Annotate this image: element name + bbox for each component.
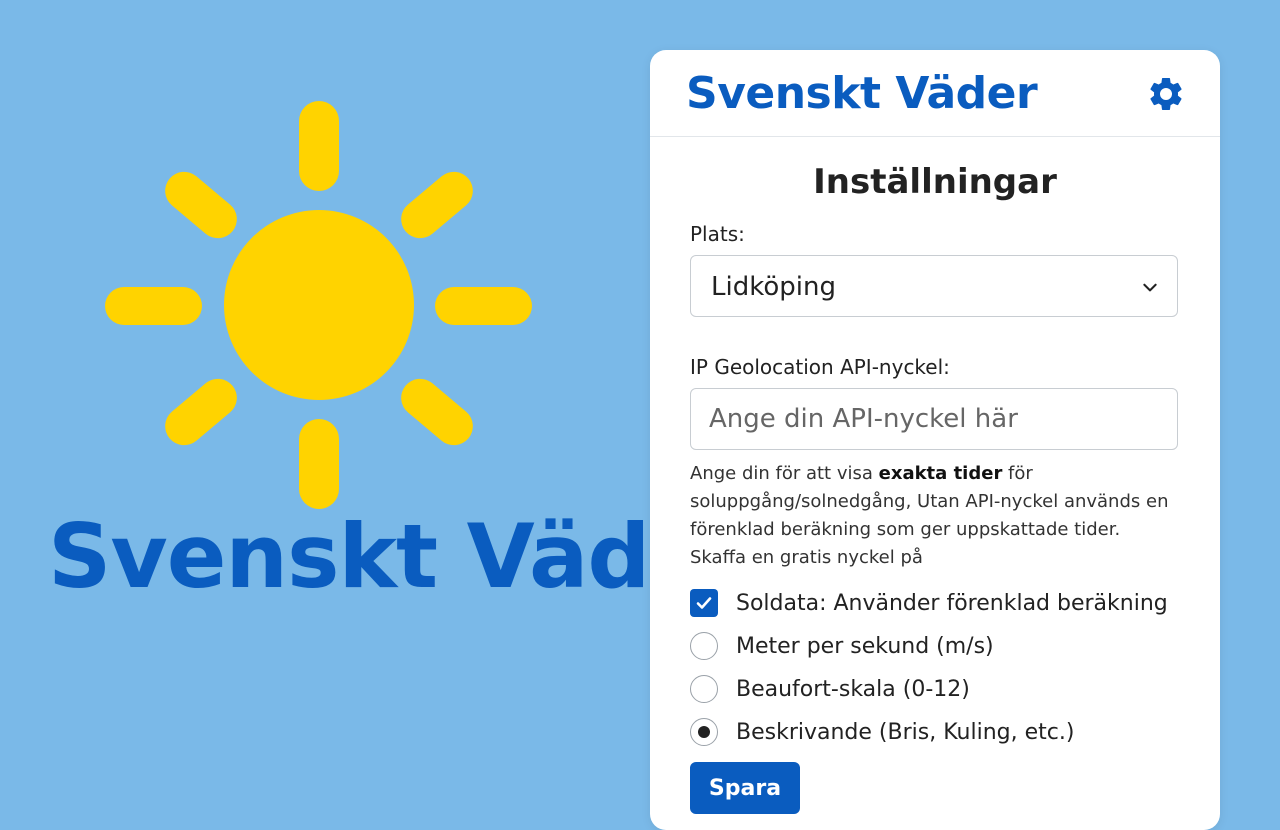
wind-option-label: Beaufort-skala (0-12) (736, 676, 970, 702)
sun-data-checkbox[interactable] (690, 589, 718, 617)
wind-option-ms[interactable]: Meter per sekund (m/s) (690, 631, 994, 661)
wind-option-label: Beskrivande (Bris, Kuling, etc.) (736, 719, 1075, 745)
radio-selected-dot (698, 726, 710, 738)
wind-radio-ms[interactable] (690, 632, 718, 660)
api-key-input[interactable] (690, 388, 1178, 450)
api-key-help-text: Ange din för att visa exakta tider för s… (690, 463, 1169, 568)
chevron-down-icon (1143, 283, 1157, 292)
wind-option-label: Meter per sekund (m/s) (736, 633, 994, 659)
settings-heading: Inställningar (813, 162, 1057, 202)
sun-icon (105, 101, 532, 509)
promo-area: Svenskt Väder (0, 0, 751, 800)
api-key-label: IP Geolocation API-nyckel: (690, 355, 950, 379)
app-title: Svenskt Väder (686, 68, 1038, 119)
sun-data-checkbox-row[interactable]: Soldata: Använder förenklad beräkning (690, 588, 1168, 618)
location-select[interactable]: Lidköping (690, 255, 1178, 317)
promo-title: Svenskt Väder (48, 505, 751, 608)
wind-radio-descriptive[interactable] (690, 718, 718, 746)
settings-panel: Svenskt Väder Inställningar Plats: Lidkö… (650, 50, 1220, 830)
panel-header: Svenskt Väder (650, 50, 1220, 137)
save-button[interactable]: Spara (690, 762, 800, 814)
location-label: Plats: (690, 222, 745, 246)
sun-data-label: Soldata: Använder förenklad beräkning (736, 590, 1168, 616)
wind-radio-beaufort[interactable] (690, 675, 718, 703)
checkmark-icon (696, 597, 712, 609)
location-select-value: Lidköping (711, 272, 836, 302)
wind-option-descriptive[interactable]: Beskrivande (Bris, Kuling, etc.) (690, 717, 1074, 747)
wind-option-beaufort[interactable]: Beaufort-skala (0-12) (690, 674, 970, 704)
gear-icon[interactable] (1146, 74, 1186, 114)
help-text-emphasis: exakta tider (878, 463, 1003, 484)
